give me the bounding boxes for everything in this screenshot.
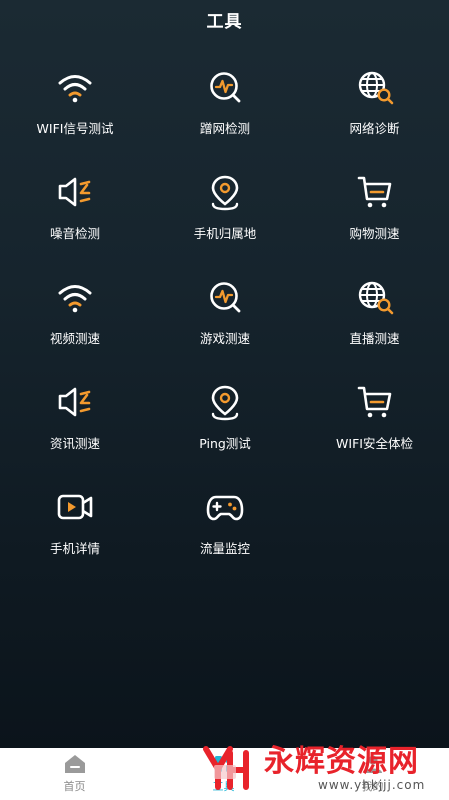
tool-game-speed[interactable]: 游戏测速: [150, 272, 300, 377]
shopping-cart-icon: [354, 381, 396, 423]
globe-search-icon: [354, 66, 396, 108]
tool-label: 流量监控: [199, 541, 250, 556]
tool-phone-details[interactable]: 手机详情: [0, 482, 150, 587]
tool-freeloader-detection[interactable]: 蹭网检测: [150, 62, 300, 167]
tool-network-diagnosis[interactable]: 网络诊断: [300, 62, 449, 167]
gamepad-icon: [204, 486, 246, 528]
tab-label: 我的: [361, 780, 384, 793]
tool-label: 蹭网检测: [199, 121, 250, 136]
tool-label: 资讯测速: [49, 436, 100, 451]
tool-label: 手机归属地: [193, 226, 257, 241]
tab-label: 首页: [63, 780, 86, 793]
wifi-icon: [54, 66, 96, 108]
tool-label: 游戏测速: [199, 331, 250, 346]
tool-ping-test[interactable]: Ping测试: [150, 377, 300, 482]
globe-search-icon: [354, 276, 396, 318]
tool-wifi-security-check[interactable]: WIFI安全体检: [300, 377, 449, 482]
profile-icon: [363, 755, 382, 773]
speaker-icon: [54, 171, 96, 213]
tool-label: 购物测速: [349, 226, 400, 241]
tool-label: WIFI安全体检: [336, 436, 413, 451]
video-camera-icon: [54, 486, 96, 528]
tool-label: 网络诊断: [349, 121, 400, 136]
speaker-icon: [54, 381, 96, 423]
tool-news-speed[interactable]: 资讯测速: [0, 377, 150, 482]
tool-phone-location[interactable]: 手机归属地: [150, 167, 300, 272]
chat-pulse-icon: [204, 276, 246, 318]
tool-noise-detection[interactable]: 噪音检测: [0, 167, 150, 272]
tab-home[interactable]: 首页: [0, 748, 149, 800]
tool-label: 手机详情: [49, 541, 100, 556]
tool-video-speed[interactable]: 视频测速: [0, 272, 150, 377]
tab-label: 工具: [212, 780, 235, 793]
tool-label: 视频测速: [49, 331, 100, 346]
tool-label: Ping测试: [199, 436, 251, 451]
tool-traffic-monitor[interactable]: 流量监控: [150, 482, 300, 587]
tool-label: WIFI信号测试: [36, 121, 114, 136]
tab-tools[interactable]: 工具: [149, 748, 298, 800]
location-pin-icon: [204, 381, 246, 423]
tools-grid: WIFI信号测试 蹭网检测 网络诊断 噪音检测 手机归属地 购物测速 视频测速 …: [0, 62, 449, 587]
home-icon: [64, 755, 85, 773]
tool-label: 噪音检测: [49, 226, 100, 241]
page-title: 工具: [206, 11, 243, 32]
tab-profile[interactable]: 我的: [298, 748, 447, 800]
location-pin-icon: [204, 171, 246, 213]
tool-live-speed[interactable]: 直播测速: [300, 272, 449, 377]
tool-label: 直播测速: [349, 331, 400, 346]
chat-pulse-icon: [204, 66, 246, 108]
tool-wifi-signal-test[interactable]: WIFI信号测试: [0, 62, 150, 167]
tool-shopping-speed[interactable]: 购物测速: [300, 167, 449, 272]
tools-icon: [214, 756, 233, 772]
top-header: 工具: [0, 0, 449, 38]
bottom-tab-bar: 首页 工具 我的: [0, 748, 449, 800]
shopping-cart-icon: [354, 171, 396, 213]
wifi-icon: [54, 276, 96, 318]
